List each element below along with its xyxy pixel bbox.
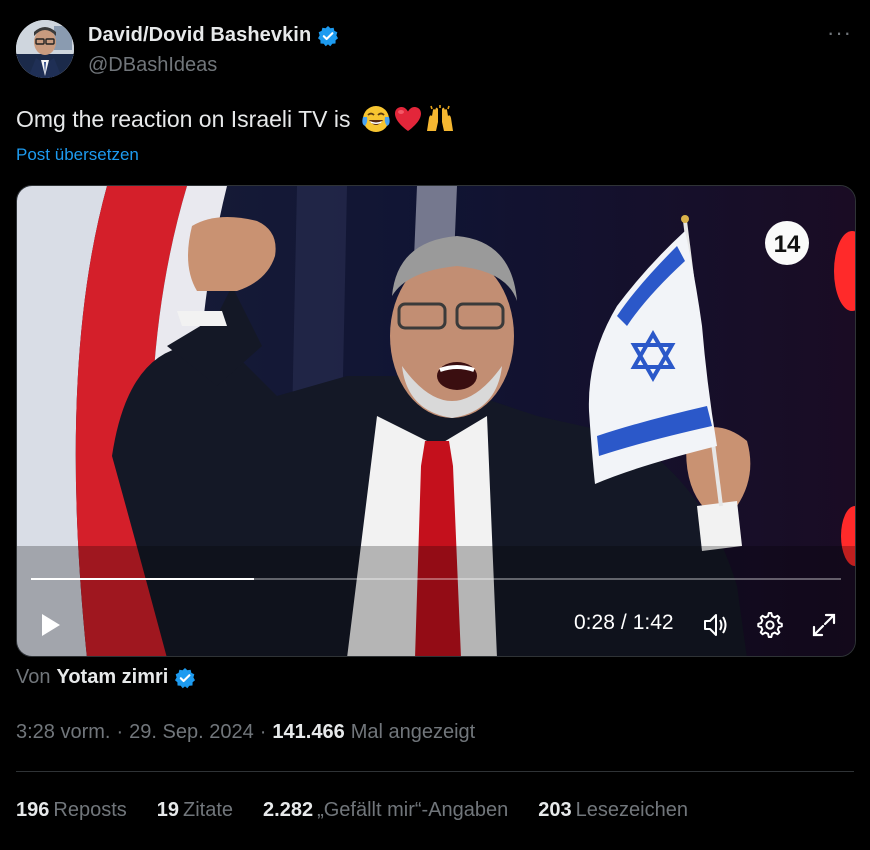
tweet-text: Omg the reaction on Israeli TV is [16, 104, 455, 134]
quotes-label: Zitate [183, 799, 234, 821]
video-frame-image: 14 [17, 186, 855, 656]
video-progress-bar[interactable] [31, 578, 841, 580]
post-date[interactable]: 29. Sep. 2024 [129, 721, 254, 744]
author-name-row[interactable]: David/Dovid Bashevkin [88, 24, 339, 47]
more-options-icon[interactable]: ··· [827, 22, 852, 44]
video-attribution: Von Yotam zimri [16, 666, 196, 689]
verified-badge-icon [174, 667, 196, 689]
author-display-name[interactable]: David/Dovid Bashevkin [88, 24, 311, 47]
channel-badge: 14 [774, 231, 801, 258]
bookmarks-label: Lesezeichen [575, 799, 688, 821]
reposts-stat[interactable]: 196 Reposts [16, 799, 127, 822]
likes-stat[interactable]: 2.282 „Gefällt mir“-Angaben [263, 799, 508, 822]
views-count: 141.466 [272, 721, 345, 743]
byline-prefix: Von [16, 666, 51, 688]
bookmarks-stat[interactable]: 203 Lesezeichen [538, 799, 688, 822]
time-separator: / [620, 611, 627, 634]
quotes-count: 19 [156, 799, 179, 821]
play-icon[interactable] [39, 612, 63, 638]
video-progress-fill [31, 578, 254, 580]
video-time: 0:28 / 1:42 [574, 611, 674, 635]
reposts-count: 196 [16, 799, 50, 821]
quotes-stat[interactable]: 19 Zitate [157, 799, 233, 822]
translate-post-link[interactable]: Post übersetzen [16, 145, 139, 165]
duration: 1:42 [632, 611, 674, 634]
volume-icon[interactable] [701, 610, 731, 640]
views-label: Mal angezeigt [350, 721, 476, 743]
tweet-header: David/Dovid Bashevkin @DBashIdeas ··· [16, 20, 854, 80]
reposts-label: Reposts [53, 799, 127, 821]
fullscreen-expand-icon[interactable] [809, 610, 839, 640]
byline-author[interactable]: Yotam zimri [56, 666, 168, 689]
author-handle[interactable]: @DBashIdeas [88, 54, 217, 77]
meta-dot: · [116, 721, 124, 743]
post-time[interactable]: 3:28 vorm. [16, 721, 110, 744]
bookmarks-count: 203 [538, 799, 572, 821]
likes-count: 2.282 [263, 799, 314, 821]
engagement-stats: 196 Reposts 19 Zitate 2.282 „Gefällt mir“-A… [16, 799, 688, 822]
author-avatar[interactable] [16, 20, 74, 78]
raising-hands-icon [425, 104, 455, 134]
likes-label: „Gefällt mir“-Angaben [317, 799, 509, 821]
current-time: 0:28 [574, 611, 615, 634]
tweet-meta: 3:28 vorm. · 29. Sep. 2024 · 141.466 Mal… [16, 721, 475, 744]
divider [16, 771, 854, 772]
verified-badge-icon [317, 25, 339, 47]
video-player[interactable]: 14 0:28 / 1:42 [16, 185, 856, 657]
face-with-tears-of-joy-icon [361, 104, 391, 134]
red-heart-icon [393, 104, 423, 134]
settings-gear-icon[interactable] [755, 610, 785, 640]
tweet-body: Omg the reaction on Israeli TV is [16, 105, 351, 132]
meta-dot: · [259, 721, 267, 743]
